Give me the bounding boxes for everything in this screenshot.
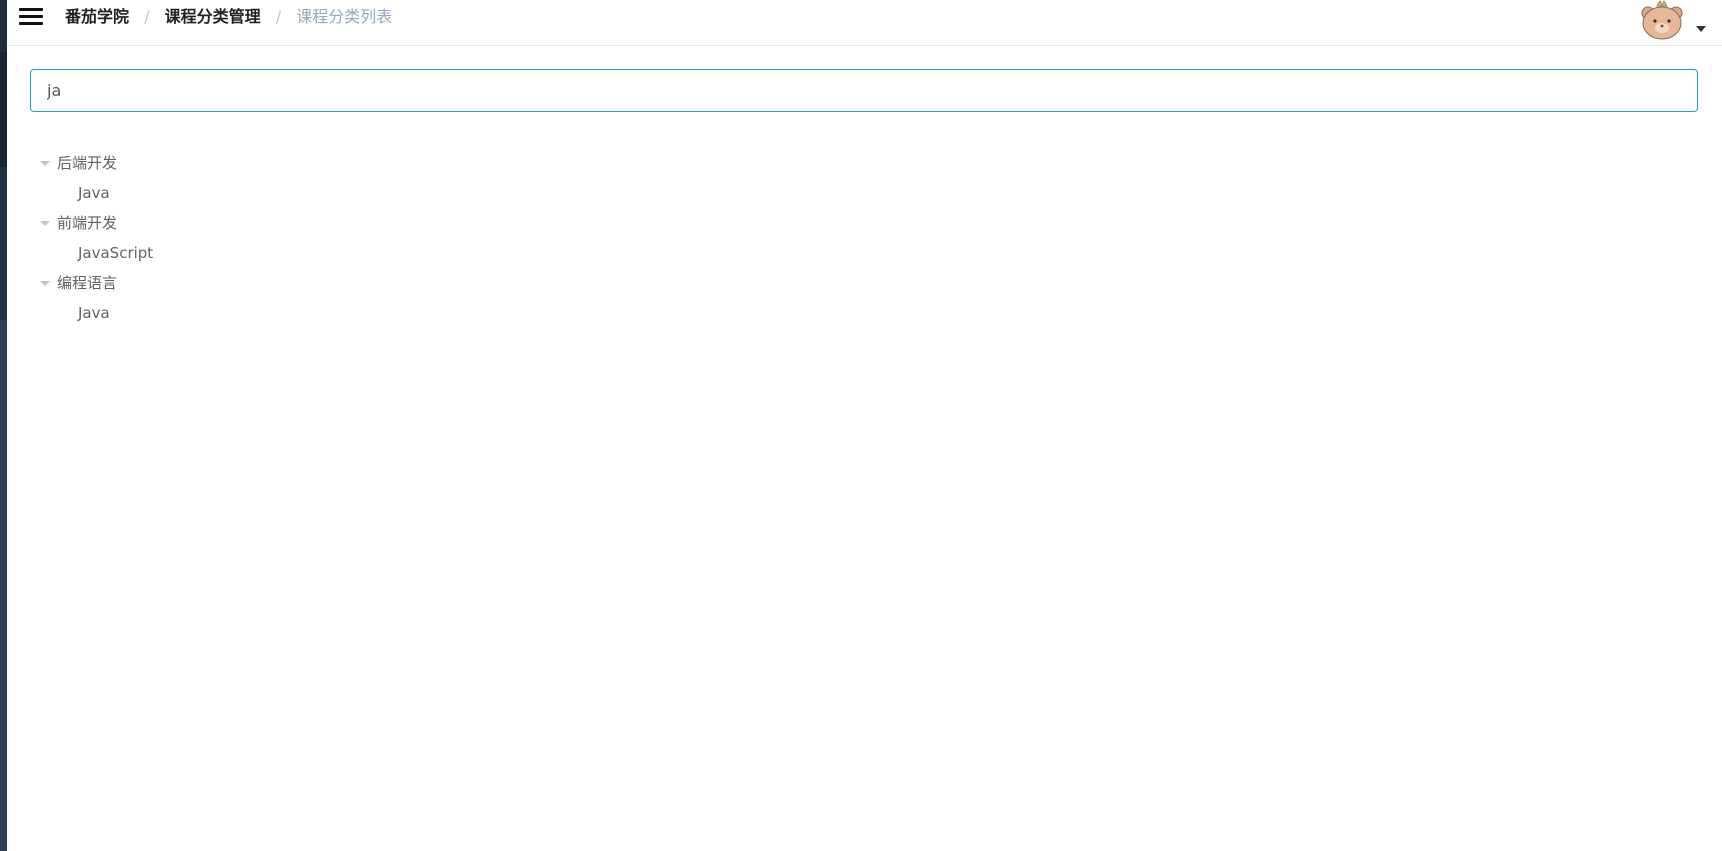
breadcrumb-separator: /	[144, 7, 150, 26]
breadcrumb: 番茄学院 / 课程分类管理 / 课程分类列表	[65, 6, 392, 28]
caret-down-icon[interactable]	[40, 281, 50, 286]
breadcrumb-item-category-list: 课程分类列表	[296, 7, 393, 26]
chevron-down-icon	[1696, 26, 1706, 32]
sidebar-edge-segment	[0, 167, 7, 320]
caret-down-icon[interactable]	[40, 161, 50, 166]
sidebar-edge-segment	[0, 0, 7, 52]
tree-node-label: 后端开发	[57, 154, 118, 172]
tree-node-label: JavaScript	[78, 244, 154, 262]
hamburger-menu-icon[interactable]	[19, 6, 43, 28]
top-navbar: 番茄学院 / 课程分类管理 / 课程分类列表	[7, 0, 1722, 46]
sidebar-edge	[0, 0, 7, 851]
breadcrumb-item-home[interactable]: 番茄学院	[65, 7, 129, 26]
breadcrumb-item-category-management[interactable]: 课程分类管理	[165, 7, 261, 26]
tree-node-label: 编程语言	[57, 274, 118, 292]
tree-node-label: Java	[78, 184, 110, 202]
user-avatar-dropdown[interactable]	[1638, 0, 1706, 42]
tree-node-label: Java	[78, 304, 110, 322]
sidebar-edge-segment	[0, 52, 7, 167]
tree-node-label: 前端开发	[57, 214, 118, 232]
category-filter-input[interactable]	[30, 69, 1698, 112]
caret-down-icon[interactable]	[40, 221, 50, 226]
avatar	[1641, 0, 1683, 40]
breadcrumb-separator: /	[275, 7, 282, 26]
